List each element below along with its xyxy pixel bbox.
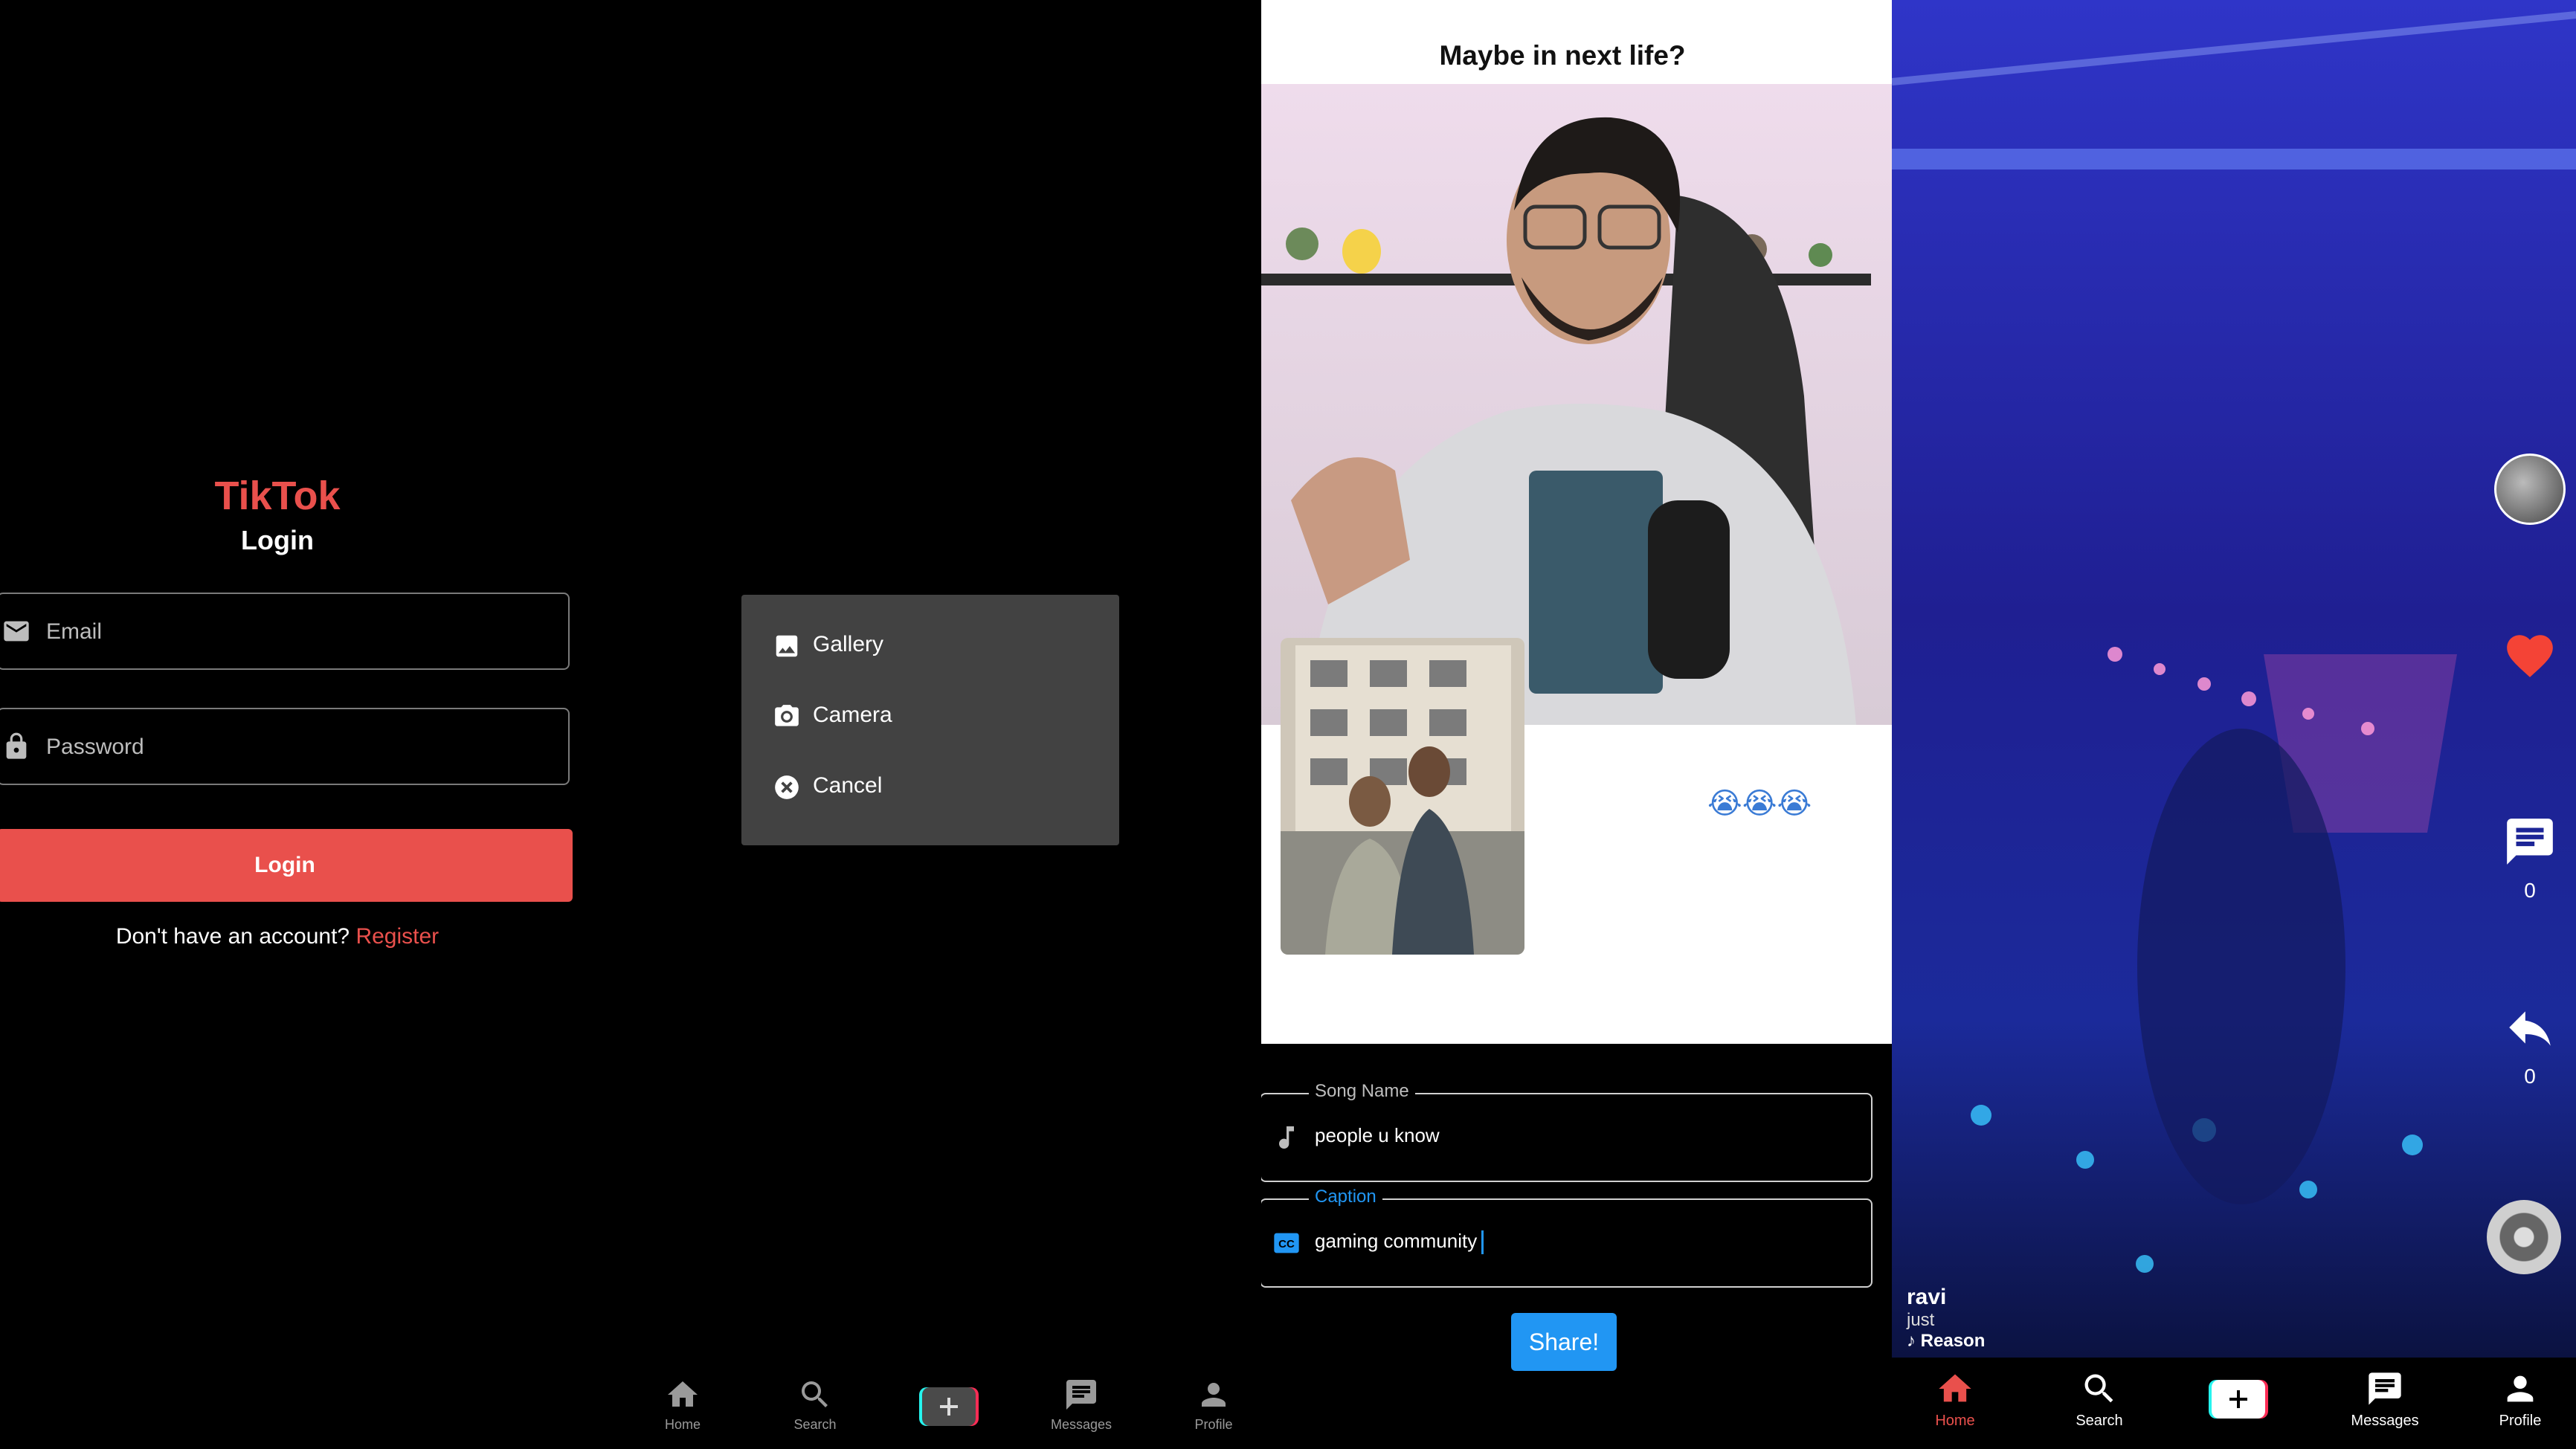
inset-photo bbox=[1281, 638, 1524, 955]
nav-profile[interactable]: Profile bbox=[2464, 1358, 2576, 1442]
video-player[interactable] bbox=[1892, 0, 2576, 1361]
profile-icon bbox=[2507, 1375, 2534, 1402]
menu-item-camera[interactable]: Camera bbox=[741, 686, 1119, 746]
song-name-field[interactable]: Song Name people u know bbox=[1261, 1081, 1873, 1182]
page-title: Login bbox=[241, 525, 314, 555]
menu-item-label: Gallery bbox=[813, 632, 884, 656]
comment-button[interactable]: 0 bbox=[2494, 814, 2566, 903]
media-picker-menu: Gallery Camera Cancel bbox=[741, 595, 1119, 845]
menu-item-cancel[interactable]: Cancel bbox=[741, 757, 1119, 816]
reply-icon bbox=[2509, 1011, 2551, 1046]
search-icon bbox=[2084, 1374, 2113, 1403]
feed-screen: 0 0 ravi just ♪ Reason Home Search Messa… bbox=[1892, 0, 2576, 1449]
song-title[interactable]: ♪ Reason bbox=[1907, 1331, 1985, 1352]
nav-label: Profile bbox=[1194, 1417, 1233, 1432]
image-icon bbox=[776, 635, 798, 657]
bottom-nav: Home Search Messages Profile bbox=[1892, 1358, 2576, 1449]
svg-text:CC: CC bbox=[1278, 1238, 1295, 1250]
nav-label: Profile bbox=[2499, 1413, 2542, 1429]
password-input[interactable] bbox=[45, 724, 553, 770]
nav-home[interactable]: Home bbox=[631, 1365, 735, 1449]
login-button[interactable]: Login bbox=[0, 829, 573, 902]
add-icon bbox=[2209, 1380, 2268, 1419]
comment-count: 0 bbox=[2524, 879, 2536, 902]
menu-item-label: Cancel bbox=[813, 773, 883, 798]
text-cursor bbox=[1481, 1230, 1484, 1255]
music-note-icon: ♪ bbox=[1907, 1331, 1916, 1351]
music-note-icon bbox=[1279, 1126, 1294, 1149]
register-prompt: Don't have an account? Register bbox=[0, 924, 555, 949]
share-post-button[interactable]: 0 bbox=[2494, 1000, 2566, 1088]
messages-icon bbox=[2369, 1372, 2401, 1405]
upload-screen: Maybe in next life? 😭😭😭 Song Name people… bbox=[1261, 0, 1892, 1449]
nav-label: Home bbox=[664, 1417, 701, 1432]
field-label: Caption bbox=[1309, 1187, 1382, 1207]
music-disc[interactable] bbox=[2487, 1200, 2561, 1274]
share-count: 0 bbox=[2524, 1065, 2536, 1088]
author-avatar[interactable] bbox=[2494, 454, 2566, 525]
register-text: Don't have an account? bbox=[115, 924, 350, 949]
home-icon bbox=[668, 1381, 698, 1407]
share-button[interactable]: Share! bbox=[1511, 1313, 1617, 1371]
email-field[interactable] bbox=[0, 593, 570, 670]
video-preview: Maybe in next life? 😭😭😭 bbox=[1261, 0, 1892, 1044]
home-icon bbox=[1939, 1374, 1971, 1402]
app-brand: TikTok bbox=[214, 474, 341, 518]
caption-field[interactable]: Caption CC gaming community bbox=[1261, 1187, 1873, 1288]
nav-label: Search bbox=[793, 1417, 837, 1432]
author-name[interactable]: ravi bbox=[1907, 1285, 1946, 1310]
search-icon bbox=[802, 1381, 828, 1407]
nav-profile[interactable]: Profile bbox=[1162, 1365, 1261, 1449]
mail-icon bbox=[4, 621, 29, 642]
nav-label: Search bbox=[2076, 1413, 2123, 1429]
song-name: Reason bbox=[1920, 1331, 1986, 1351]
field-label: Song Name bbox=[1309, 1081, 1415, 1102]
nav-messages[interactable]: Messages bbox=[1029, 1365, 1133, 1449]
closed-caption-icon: CC bbox=[1274, 1233, 1299, 1253]
heart-icon bbox=[2507, 635, 2553, 677]
caption-value: gaming community bbox=[1315, 1230, 1478, 1252]
add-icon bbox=[919, 1387, 979, 1426]
cancel-icon bbox=[775, 775, 799, 799]
camera-icon bbox=[775, 705, 799, 726]
messages-icon bbox=[1066, 1380, 1096, 1410]
register-link[interactable]: Register bbox=[355, 924, 439, 949]
video-title: Maybe in next life? bbox=[1439, 40, 1686, 71]
menu-item-gallery[interactable]: Gallery bbox=[741, 616, 1119, 675]
nav-messages[interactable]: Messages bbox=[2329, 1358, 2441, 1442]
email-input[interactable] bbox=[45, 609, 553, 655]
song-name-input[interactable]: people u know bbox=[1315, 1124, 1440, 1147]
login-screen: TikTok Login Login Don't have an account… bbox=[0, 0, 617, 1449]
nav-search[interactable]: Search bbox=[763, 1365, 867, 1449]
nav-label: Messages bbox=[2351, 1413, 2419, 1429]
nav-home[interactable]: Home bbox=[1899, 1358, 2011, 1442]
post-time: just bbox=[1907, 1310, 1935, 1330]
nav-add[interactable] bbox=[897, 1365, 1001, 1449]
menu-item-label: Camera bbox=[813, 703, 892, 727]
password-field[interactable] bbox=[0, 708, 570, 785]
lock-icon bbox=[6, 732, 27, 759]
media-picker-screen: Gallery Camera Cancel Home Search Messag… bbox=[617, 0, 1261, 1449]
nav-label: Home bbox=[1935, 1413, 1975, 1429]
nav-label: Messages bbox=[1050, 1417, 1112, 1432]
nav-add[interactable] bbox=[2186, 1358, 2298, 1442]
caption-input[interactable]: gaming community bbox=[1315, 1230, 1484, 1255]
emoji-caption: 😭😭😭 bbox=[1707, 787, 1812, 821]
nav-search[interactable]: Search bbox=[2044, 1358, 2155, 1442]
like-button[interactable] bbox=[2494, 628, 2566, 687]
bottom-nav: Home Search Messages Profile bbox=[617, 1365, 1261, 1449]
comment-icon bbox=[2507, 819, 2553, 865]
profile-icon bbox=[1202, 1383, 1226, 1407]
video-thumbnail bbox=[1261, 84, 1892, 725]
